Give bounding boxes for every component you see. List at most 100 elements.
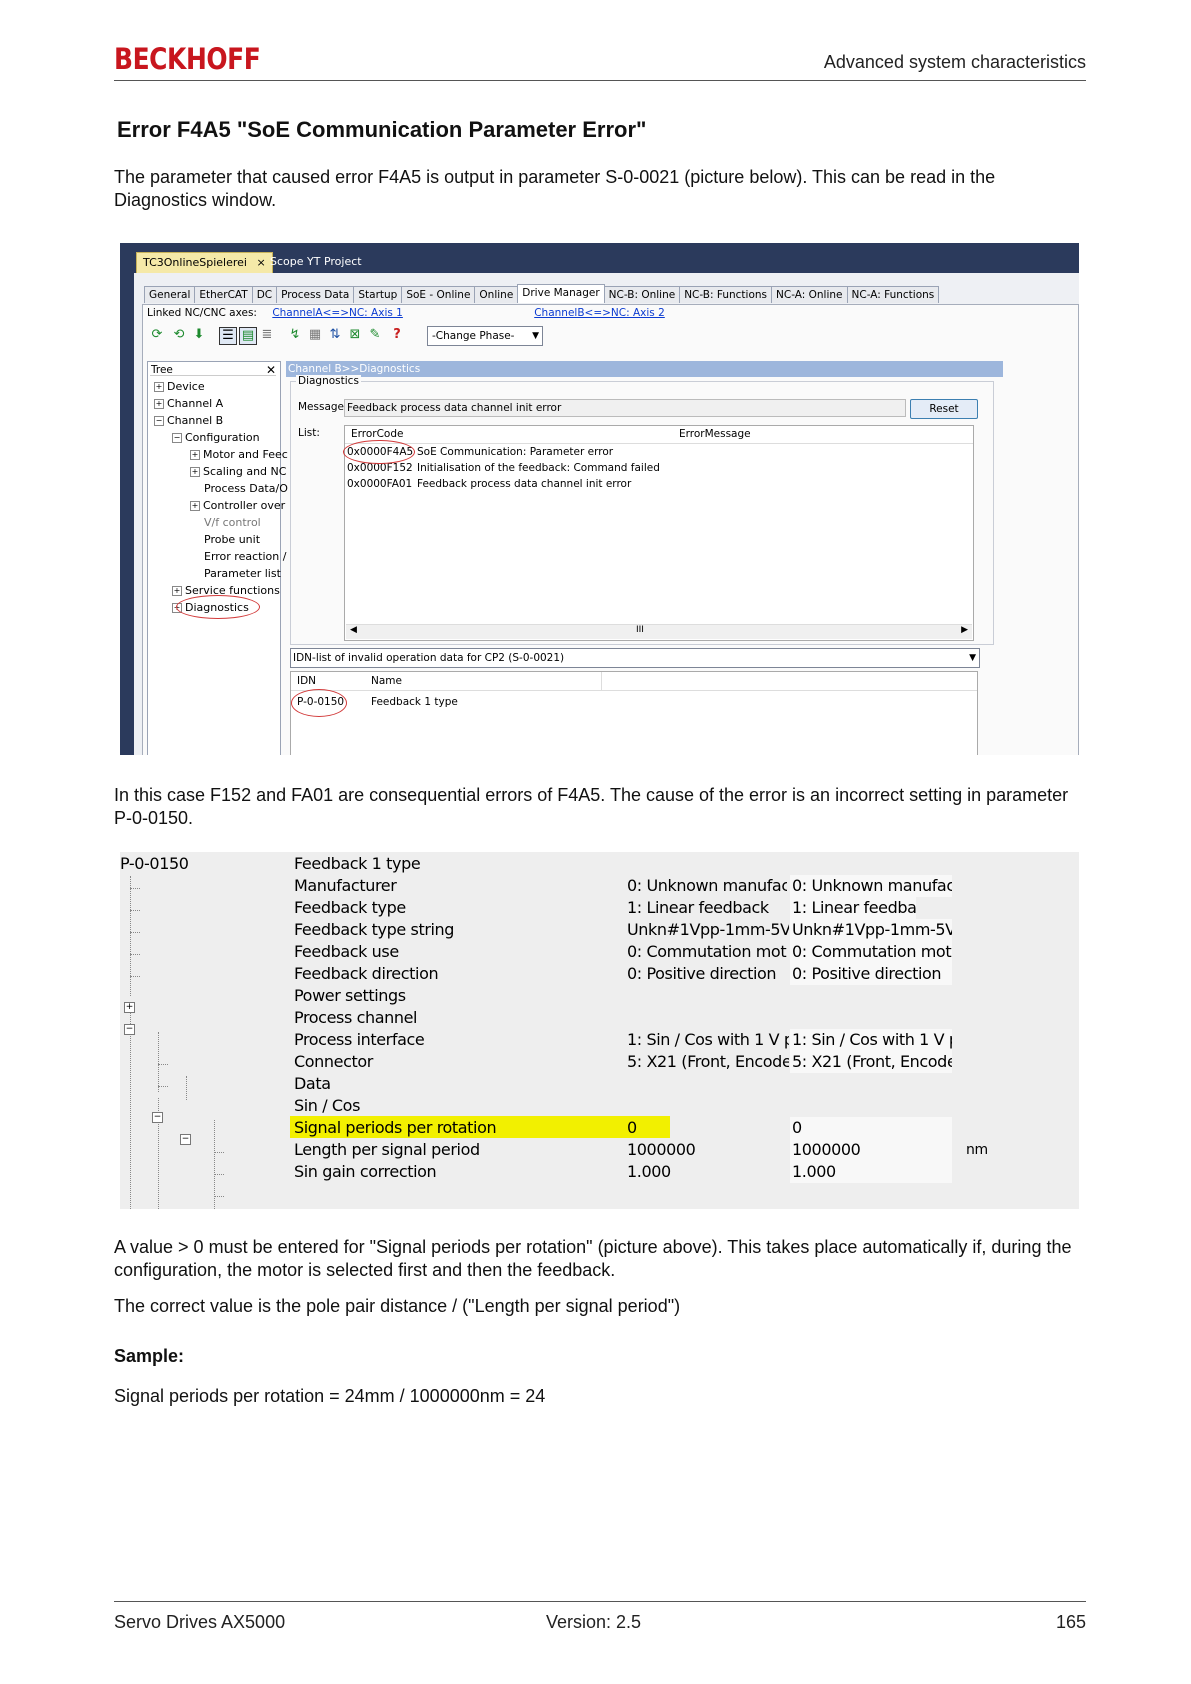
param-row[interactable]: Feedback direction 0: Positive direction… bbox=[120, 962, 1079, 986]
scroll-right-icon[interactable]: ▶ bbox=[961, 625, 968, 635]
collapse-icon[interactable]: − bbox=[154, 416, 164, 426]
param-row-highlighted[interactable]: Signal periods per rotation 0 0 bbox=[120, 1116, 1079, 1140]
param-row[interactable]: Length per signal period 1000000 1000000… bbox=[120, 1138, 1079, 1162]
tree-item-probe-unit[interactable]: Probe unit bbox=[204, 533, 260, 546]
param-row[interactable]: Feedback type string Unkn#1Vpp-1mm-5Vfix… bbox=[120, 918, 1079, 942]
table-icon[interactable]: ▦ bbox=[307, 327, 323, 343]
message-field[interactable]: Feedback process data channel init error bbox=[344, 399, 906, 417]
tree-item-channel-b[interactable]: − Channel B bbox=[154, 414, 223, 427]
tab-dc[interactable]: DC bbox=[251, 286, 278, 303]
tree-item-device[interactable]: + Device bbox=[154, 380, 205, 393]
tab-general[interactable]: General bbox=[144, 286, 196, 303]
param-row[interactable]: Manufacturer 0: Unknown manufact... 0: U… bbox=[120, 874, 1079, 898]
tree-view-icon[interactable]: ☰ bbox=[219, 327, 237, 345]
error-list[interactable]: ErrorCode ErrorMessage 0x0000F4A5 SoE Co… bbox=[343, 425, 974, 641]
param-value-field[interactable]: 0 bbox=[790, 1117, 952, 1139]
expand-icon[interactable]: + bbox=[190, 501, 200, 511]
download-icon[interactable]: ⬇ bbox=[191, 327, 207, 343]
list-view-icon[interactable]: ▤ bbox=[239, 327, 257, 345]
footer-product: Servo Drives AX5000 bbox=[114, 1612, 286, 1632]
tab-startup[interactable]: Startup bbox=[353, 286, 403, 303]
expand-icon[interactable]: + bbox=[172, 586, 182, 596]
diagnostics-screenshot: TC3OnlineSpielerei × Scope YT Project Ge… bbox=[120, 243, 1079, 755]
drive-manager-panel: Linked NC/CNC axes: ChannelA<=>NC: Axis … bbox=[142, 304, 1079, 755]
param-value-field[interactable]: 5: X21 (Front, Encoder... bbox=[790, 1051, 952, 1073]
sort-icon[interactable]: ⇅ bbox=[327, 327, 343, 343]
tree-item-scaling[interactable]: + Scaling and NC bbox=[190, 465, 286, 478]
tree-item-channel-a[interactable]: + Channel A bbox=[154, 397, 223, 410]
expand-icon[interactable]: + bbox=[190, 450, 200, 460]
help-icon[interactable]: ? bbox=[389, 327, 405, 343]
tree-item-parameter-list[interactable]: Parameter list bbox=[204, 567, 281, 580]
tab-nc-a-functions[interactable]: NC-A: Functions bbox=[846, 286, 940, 303]
idn-list[interactable]: IDN Name P-0-0150 Feedback 1 type bbox=[290, 671, 978, 755]
change-phase-select[interactable]: -Change Phase- ▼ bbox=[427, 326, 543, 346]
param-value-field[interactable]: 0: Unknown manufact... bbox=[790, 875, 952, 897]
param-row[interactable]: Process interface 1: Sin / Cos with 1 V … bbox=[120, 1028, 1079, 1052]
expand-icon[interactable]: + bbox=[154, 399, 164, 409]
param-value-field[interactable]: 0: Positive direction bbox=[790, 963, 952, 985]
param-row[interactable]: Feedback type 1: Linear feedback 1: Line… bbox=[120, 896, 1079, 920]
param-value-field[interactable]: 1.000 bbox=[790, 1161, 952, 1183]
wrench-icon[interactable]: ✎ bbox=[367, 327, 383, 343]
param-row[interactable]: Sin gain correction 1.000 1.000 bbox=[120, 1160, 1079, 1184]
doc-tab-tc3online[interactable]: TC3OnlineSpielerei × bbox=[136, 252, 273, 274]
expand-icon[interactable]: + bbox=[190, 467, 200, 477]
reload-icon[interactable]: ⟲ bbox=[171, 327, 187, 343]
list-label: List: bbox=[298, 427, 320, 439]
tree-item-motor-feedback[interactable]: + Motor and Feec bbox=[190, 448, 288, 461]
close-icon[interactable]: × bbox=[256, 256, 265, 269]
doc-tab-label: TC3OnlineSpielerei bbox=[143, 256, 247, 269]
link-channel-b[interactable]: ChannelB<=>NC: Axis 2 bbox=[534, 307, 665, 319]
scroll-left-icon[interactable]: ◀ bbox=[350, 625, 357, 635]
link-channel-a[interactable]: ChannelA<=>NC: Axis 1 bbox=[272, 307, 403, 319]
compare-icon[interactable]: ⊠ bbox=[347, 327, 363, 343]
tree-item-error-reaction[interactable]: Error reaction / bbox=[204, 550, 286, 563]
param-row[interactable]: Sin / Cos bbox=[120, 1094, 1079, 1118]
idn-list-select[interactable]: IDN-list of invalid operation data for C… bbox=[290, 648, 980, 668]
chevron-down-icon: ▼ bbox=[532, 331, 539, 341]
param-value-field[interactable]: 0: Commutation motorf... bbox=[790, 941, 952, 963]
collapse-icon[interactable]: − bbox=[172, 433, 182, 443]
tab-drive-manager[interactable]: Drive Manager bbox=[517, 284, 605, 303]
annotation-circle bbox=[343, 440, 415, 464]
diagnostics-breadcrumb: Channel B>>Diagnostics bbox=[286, 361, 1003, 377]
col-name[interactable]: Name bbox=[371, 675, 402, 687]
tab-ethercat[interactable]: EtherCAT bbox=[194, 286, 253, 303]
param-value-field[interactable]: 1: Sin / Cos with 1 V p... bbox=[790, 1029, 952, 1051]
tab-nc-b-online[interactable]: NC-B: Online bbox=[603, 286, 681, 303]
scroll-thumb[interactable]: III bbox=[636, 625, 644, 635]
reset-button[interactable]: Reset bbox=[910, 399, 978, 419]
doc-tab-scope[interactable]: Scope YT Project bbox=[270, 252, 362, 272]
param-name: Sin gain correction bbox=[294, 1162, 437, 1181]
tab-soe-online[interactable]: SoE - Online bbox=[401, 286, 476, 303]
refresh-icon[interactable]: ⟳ bbox=[149, 327, 165, 343]
tree-item-process-data[interactable]: Process Data/O bbox=[204, 482, 288, 495]
diagnostics-group-label: Diagnostics bbox=[296, 375, 361, 387]
param-value-field[interactable]: 1000000 bbox=[790, 1139, 952, 1161]
tree-item-controller[interactable]: + Controller over bbox=[190, 499, 285, 512]
col-idn[interactable]: IDN bbox=[297, 675, 316, 687]
param-row[interactable]: Process channel bbox=[120, 1006, 1079, 1030]
param-value-field[interactable]: 1: Linear feedback bbox=[790, 897, 916, 919]
expand-icon[interactable]: + bbox=[154, 382, 164, 392]
tree-item-vf-control[interactable]: V/f control bbox=[204, 516, 261, 529]
table-row[interactable]: 0x0000FA01 Feedback process data channel… bbox=[347, 478, 631, 490]
param-row[interactable]: Feedback use 0: Commutation motorf... 0:… bbox=[120, 940, 1079, 964]
horizontal-scrollbar[interactable]: ◀ III ▶ bbox=[346, 624, 972, 639]
param-row[interactable]: Connector 5: X21 (Front, Encoder... 5: X… bbox=[120, 1050, 1079, 1074]
tree-item-configuration[interactable]: − Configuration bbox=[172, 431, 260, 444]
tab-process-data[interactable]: Process Data bbox=[276, 286, 355, 303]
col-errormessage[interactable]: ErrorMessage bbox=[679, 428, 751, 440]
tab-nc-a-online[interactable]: NC-A: Online bbox=[771, 286, 848, 303]
tab-nc-b-functions[interactable]: NC-B: Functions bbox=[679, 286, 773, 303]
param-row[interactable]: P-0-0150 Feedback 1 type bbox=[120, 852, 1079, 876]
tab-online[interactable]: Online bbox=[474, 286, 519, 303]
translate-icon[interactable]: ↯ bbox=[287, 327, 303, 343]
param-row[interactable]: Data bbox=[120, 1072, 1079, 1096]
param-value-field[interactable]: Unkn#1Vpp-1mm-5Vfix... bbox=[790, 919, 952, 941]
chevron-down-icon: ▼ bbox=[969, 653, 976, 663]
col-errorcode[interactable]: ErrorCode bbox=[351, 428, 403, 440]
options-icon[interactable]: ≣ bbox=[259, 327, 275, 343]
param-row[interactable]: Power settings bbox=[120, 984, 1079, 1008]
